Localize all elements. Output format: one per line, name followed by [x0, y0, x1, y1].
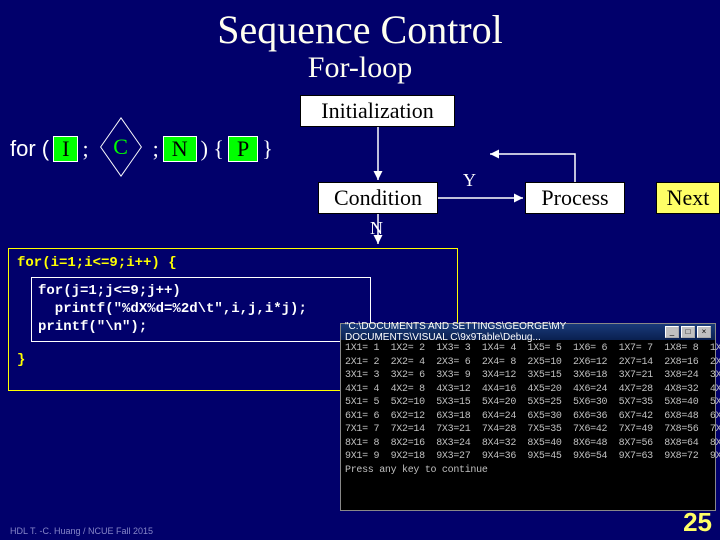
- for-semi1: ;: [82, 136, 88, 162]
- code-outer-open: for(i=1;i<=9;i++) {: [17, 255, 449, 271]
- flow-box-condition: Condition: [318, 182, 438, 214]
- for-init-box: I: [53, 136, 78, 162]
- for-next-box: N: [163, 136, 197, 162]
- for-syntax-row: for ( I ; C ; N ) { P }: [10, 136, 273, 162]
- maximize-button[interactable]: □: [681, 326, 695, 338]
- for-semi2: ;: [153, 136, 159, 162]
- flow-box-init: Initialization: [300, 95, 455, 127]
- console-window-buttons: _ □ ×: [665, 326, 711, 338]
- flow-box-next: Next: [656, 182, 720, 214]
- close-button[interactable]: ×: [697, 326, 711, 338]
- code-block-inner: for(j=1;j<=9;j++) printf("%dX%d=%2d\t",i…: [31, 277, 371, 342]
- console-titlebar: "C:\DOCUMENTS AND SETTINGS\GEORGE\MY DOC…: [341, 324, 715, 340]
- for-keyword: for (: [10, 136, 49, 162]
- footer-text: HDL T. -C. Huang / NCUE Fall 2015: [10, 526, 153, 536]
- page-number: 25: [683, 507, 712, 538]
- console-window: "C:\DOCUMENTS AND SETTINGS\GEORGE\MY DOC…: [340, 323, 716, 511]
- console-output: 1X1= 1 1X2= 2 1X3= 3 1X4= 4 1X5= 5 1X6= …: [341, 340, 715, 479]
- for-cond-label: C: [95, 136, 147, 158]
- slide-subtitle: For-loop: [0, 51, 720, 85]
- minimize-button[interactable]: _: [665, 326, 679, 338]
- console-title-text: "C:\DOCUMENTS AND SETTINGS\GEORGE\MY DOC…: [345, 321, 665, 343]
- for-process-box: P: [228, 136, 258, 162]
- flow-label-no: N: [370, 218, 383, 239]
- for-cond-diamond: C: [95, 136, 147, 162]
- slide-title: Sequence Control: [0, 0, 720, 53]
- for-close-paren: ) {: [201, 136, 224, 162]
- for-close-brace: }: [262, 136, 273, 162]
- flow-box-process: Process: [525, 182, 625, 214]
- flow-label-yes: Y: [463, 170, 476, 191]
